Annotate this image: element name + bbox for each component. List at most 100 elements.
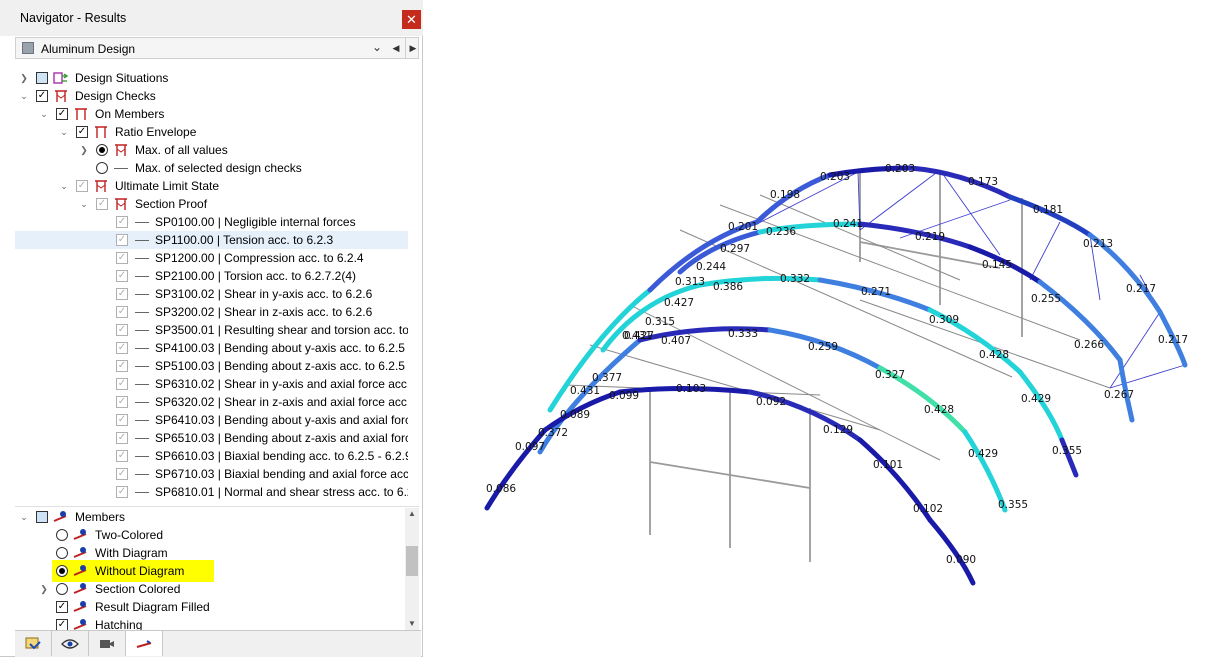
scroll-up-icon[interactable]: ▲ <box>405 508 419 520</box>
check-item[interactable]: ✓ SP3200.02 | Shear in z-axis acc. to 6.2… <box>15 303 408 321</box>
ratio-value-label: 0.259 <box>808 341 838 353</box>
model-view[interactable]: 0.086 0.097 0.089 0.431 0.315 0.313 0.297 0.201… <box>430 0 1220 669</box>
tree-item-label: Max. of selected design checks <box>135 161 302 175</box>
checkbox[interactable]: ✓ <box>116 234 128 246</box>
radio-button[interactable] <box>96 162 108 174</box>
checkbox[interactable]: ✓ <box>76 180 88 192</box>
check-item[interactable]: ✓ SP0100.00 | Negligible internal forces <box>15 213 408 231</box>
checkbox[interactable]: ✓ <box>116 486 128 498</box>
check-item[interactable]: ✓ SP3100.02 | Shear in y-axis acc. to 6.2… <box>15 285 408 303</box>
chevron-down-icon[interactable]: ⌄ <box>372 40 382 54</box>
checkbox[interactable]: ✓ <box>116 378 128 390</box>
expand-arrow-icon[interactable]: ❯ <box>79 142 89 158</box>
expand-arrow-icon[interactable]: ❯ <box>19 70 29 86</box>
collapse-arrow-icon[interactable]: ⌄ <box>19 88 29 104</box>
radio-button[interactable] <box>56 565 68 577</box>
check-item[interactable]: ✓ SP6320.02 | Shear in z-axis and axial f… <box>15 393 408 411</box>
radio-button[interactable] <box>56 547 68 559</box>
checkbox[interactable]: ✓ <box>36 90 48 102</box>
checkbox[interactable]: ✓ <box>116 414 128 426</box>
expand-arrow-icon[interactable]: ❯ <box>39 581 49 597</box>
line-icon <box>135 258 149 259</box>
ratio-value-label: 0.332 <box>780 273 810 285</box>
ratio-value-label: 0.266 <box>1074 339 1104 351</box>
collapse-arrow-icon[interactable]: ⌄ <box>59 178 69 194</box>
tree-item-ratio-envelope[interactable]: ⌄ ✓ Ratio Envelope <box>15 123 408 141</box>
tab-views[interactable] <box>89 631 126 656</box>
checkbox[interactable]: ✓ <box>56 601 68 613</box>
option-two-colored[interactable]: Two-Colored <box>15 526 408 544</box>
ratio-value-label: 0.427 <box>624 330 654 342</box>
radio-button[interactable] <box>96 144 108 156</box>
check-item[interactable]: ✓ SP1100.00 | Tension acc. to 6.2.3 <box>15 231 408 249</box>
checkbox[interactable]: ✓ <box>76 126 88 138</box>
ratio-value-label: 0.103 <box>676 383 706 395</box>
collapse-arrow-icon[interactable]: ⌄ <box>19 509 29 525</box>
checkbox[interactable]: ✓ <box>116 450 128 462</box>
checkbox[interactable]: ✓ <box>116 288 128 300</box>
vertical-scrollbar[interactable]: ▲ ▼ <box>405 508 419 630</box>
tree-item-max-all-values[interactable]: ❯ Max. of all values <box>15 141 408 159</box>
check-item[interactable]: ✓ SP6710.03 | Biaxial bending and axial f… <box>15 465 408 483</box>
checkbox[interactable]: ✓ <box>116 216 128 228</box>
check-item[interactable]: ✓ SP6510.03 | Bending about z-axis and ax… <box>15 429 408 447</box>
check-item[interactable]: ✓ SP6310.02 | Shear in y-axis and axial f… <box>15 375 408 393</box>
tree-item-on-members[interactable]: ⌄ ✓ On Members <box>15 105 408 123</box>
scroll-thumb[interactable] <box>406 546 418 576</box>
checkbox[interactable]: ✓ <box>116 432 128 444</box>
tab-results[interactable] <box>126 631 163 656</box>
option-section-colored[interactable]: ❯ Section Colored <box>15 580 408 598</box>
bracing <box>859 169 941 231</box>
collapse-arrow-icon[interactable]: ⌄ <box>59 124 69 140</box>
bracing <box>1109 311 1161 389</box>
checkbox[interactable]: ✓ <box>56 108 68 120</box>
checkbox[interactable]: ✓ <box>116 252 128 264</box>
tree-item-design-checks[interactable]: ⌄ ✓ Design Checks <box>15 87 408 105</box>
check-item[interactable]: ✓ SP6810.01 | Normal and shear stress acc… <box>15 483 408 501</box>
collapse-arrow-icon[interactable]: ⌄ <box>39 106 49 122</box>
checkbox[interactable]: ✓ <box>116 468 128 480</box>
checkbox[interactable]: ✓ <box>116 270 128 282</box>
collapse-arrow-icon[interactable]: ⌄ <box>79 196 89 212</box>
check-item[interactable]: ✓ SP6610.03 | Biaxial bending acc. to 6.2… <box>15 447 408 465</box>
checkbox[interactable] <box>36 72 48 84</box>
tree-item-ultimate-limit-state[interactable]: ⌄ ✓ Ultimate Limit State <box>15 177 408 195</box>
tab-data[interactable] <box>15 631 52 656</box>
tab-display[interactable] <box>52 631 89 656</box>
close-button[interactable]: ✕ <box>402 10 421 29</box>
check-item[interactable]: ✓ SP1200.00 | Compression acc. to 6.2.4 <box>15 249 408 267</box>
scroll-down-icon[interactable]: ▼ <box>405 618 419 630</box>
checkbox[interactable]: ✓ <box>116 342 128 354</box>
ratio-value-label: 0.201 <box>728 221 758 233</box>
tree-item-label: Max. of all values <box>135 143 228 157</box>
tree-item-section-proof[interactable]: ⌄ ✓ Section Proof <box>15 195 408 213</box>
previous-arrow-icon[interactable]: ◀ <box>389 38 403 58</box>
check-item[interactable]: ✓ SP4100.03 | Bending about y-axis acc. t… <box>15 339 408 357</box>
design-checks-icon <box>95 126 107 138</box>
option-hatching[interactable]: ✓ Hatching <box>15 616 408 630</box>
option-label: With Diagram <box>95 546 168 560</box>
tree-item-design-situations[interactable]: ❯ Design Situations <box>15 69 408 87</box>
tree-item-max-selected-checks[interactable]: Max. of selected design checks <box>15 159 408 177</box>
check-item[interactable]: ✓ SP2100.00 | Torsion acc. to 6.2.7.2(4) <box>15 267 408 285</box>
checkbox[interactable]: ✓ <box>116 306 128 318</box>
checkbox[interactable]: ✓ <box>116 324 128 336</box>
check-item[interactable]: ✓ SP3500.01 | Resulting shear and torsion… <box>15 321 408 339</box>
tree-item-members[interactable]: ⌄ Members <box>15 508 408 526</box>
checkbox[interactable]: ✓ <box>56 619 68 630</box>
check-item[interactable]: ✓ SP6410.03 | Bending about y-axis and ax… <box>15 411 408 429</box>
check-label: SP0100.00 | Negligible internal forces <box>155 215 356 229</box>
check-item[interactable]: ✓ SP5100.03 | Bending about z-axis acc. t… <box>15 357 408 375</box>
radio-button[interactable] <box>56 583 68 595</box>
results-type-dropdown[interactable]: Aluminum Design ⌄ ◀ ▶ <box>15 37 419 59</box>
radio-button[interactable] <box>56 529 68 541</box>
checkbox[interactable]: ✓ <box>116 396 128 408</box>
checkbox[interactable]: ✓ <box>96 198 108 210</box>
checkbox[interactable] <box>36 511 48 523</box>
model-canvas[interactable]: 0.086 0.097 0.089 0.431 0.315 0.313 0.297 0.201… <box>430 0 1220 669</box>
checkbox[interactable]: ✓ <box>116 360 128 372</box>
next-arrow-icon[interactable]: ▶ <box>405 38 420 58</box>
ratio-value-label: 0.097 <box>515 441 545 453</box>
option-result-diagram-filled[interactable]: ✓ Result Diagram Filled <box>15 598 408 616</box>
option-without-diagram[interactable]: Without Diagram <box>52 560 214 582</box>
